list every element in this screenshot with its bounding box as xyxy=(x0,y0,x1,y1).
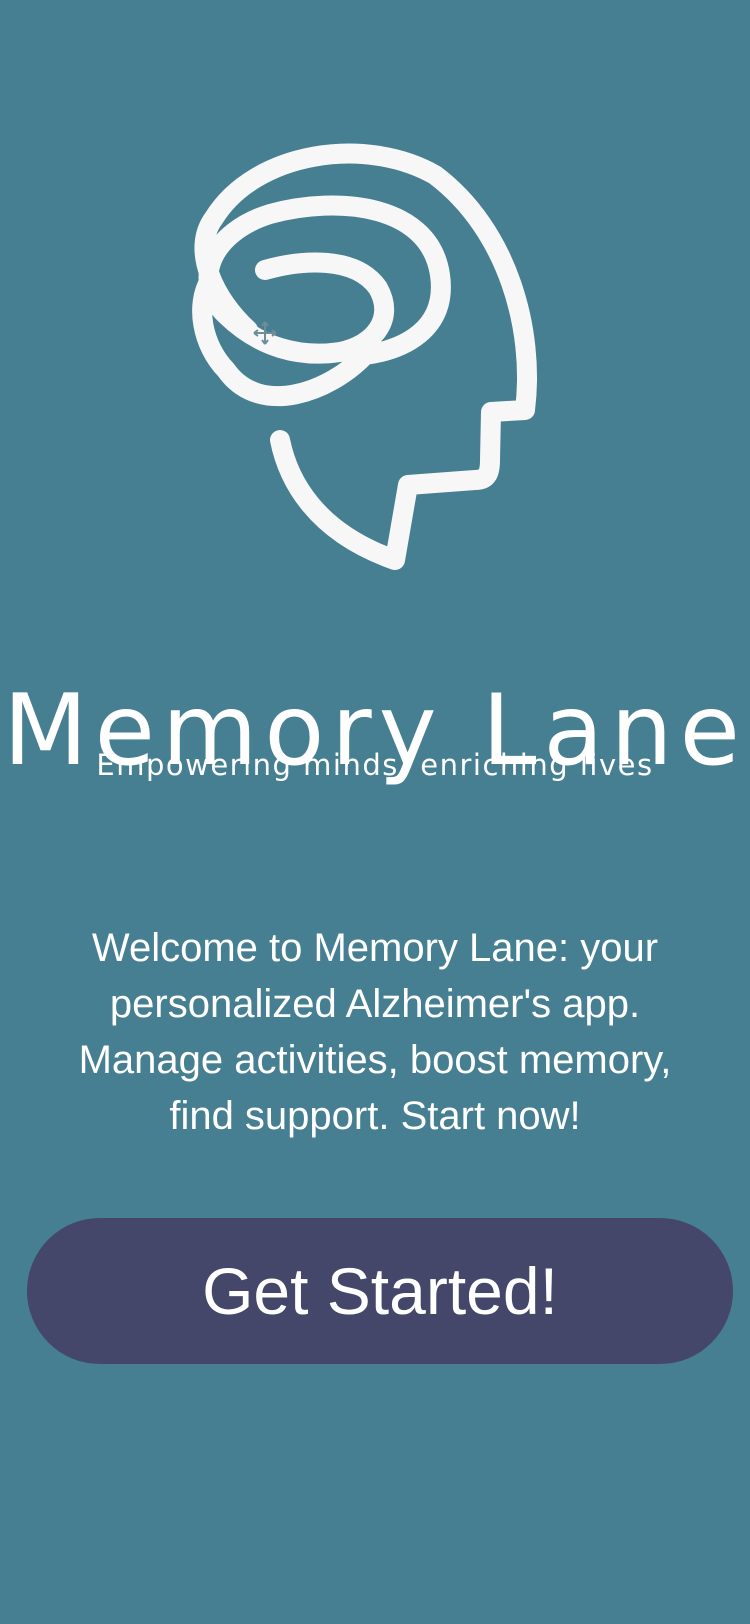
app-tagline: Empowering minds, enriching lives xyxy=(96,748,654,782)
welcome-message: Welcome to Memory Lane: your personalize… xyxy=(78,926,672,1138)
move-cursor-icon xyxy=(253,321,277,345)
memory-lane-logo-icon xyxy=(192,143,537,570)
welcome-screen: Memory Lane Empowering minds, enriching … xyxy=(0,0,750,1624)
get-started-button[interactable]: Get Started! xyxy=(27,1218,733,1364)
